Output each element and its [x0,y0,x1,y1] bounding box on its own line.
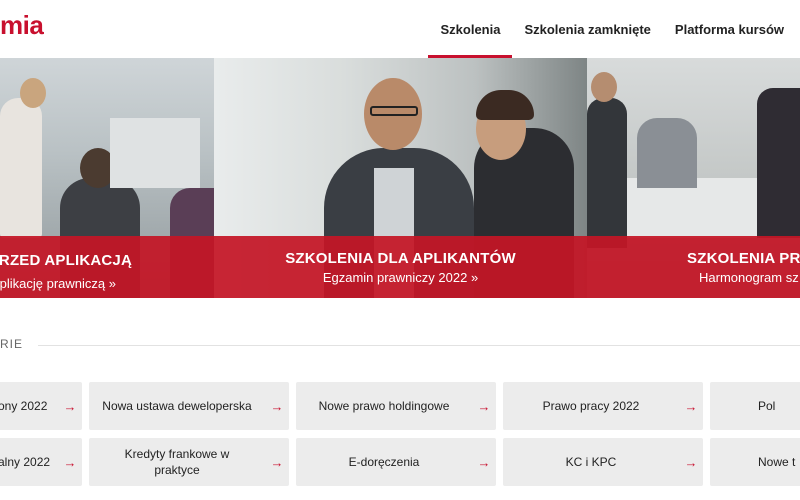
banner-panel-dla-aplikantow[interactable]: SZKOLENIA DLA APLIKANTÓW Egzamin prawnic… [214,58,587,298]
arrow-right-icon: → [684,398,698,414]
nav-item-szkolenia[interactable]: Szkolenia [428,0,513,58]
photo-person-left [587,98,627,248]
tile-label: KC i KPC [565,454,617,469]
logo[interactable]: mia [0,10,44,41]
photo-person-head [20,78,46,108]
tile-label: Nowe t [758,454,796,469]
banner-caption: A PRZED APLIKACJĄ plikację prawniczą » [0,236,214,298]
section-heading: RIE [0,337,24,351]
tile-label: ony 2022 [0,398,48,413]
banner-caption: SZKOLENIA DLA APLIKANTÓW Egzamin prawnic… [214,236,587,298]
arrow-right-icon: → [270,398,284,414]
nav-item-platforma-kursow[interactable]: Platforma kursów [663,0,800,58]
category-tile[interactable]: Kredyty frankowe w praktyce → [89,438,289,486]
photo-man-glasses [370,106,418,116]
photo-person-head [591,72,617,102]
main-nav: Szkolenia Szkolenia zamknięte Platforma … [428,0,800,58]
tile-label: Nowe prawo holdingowe [318,398,450,413]
category-tile[interactable]: E-doręczenia → [296,438,496,486]
section-divider [38,345,800,346]
arrow-right-icon: → [684,454,698,470]
tile-label: Nowa ustawa deweloperska [102,398,252,413]
tile-label: Pol [758,398,776,413]
site-header: mia Szkolenia Szkolenia zamknięte Platfo… [0,0,800,58]
nav-item-szkolenia-zamkniete[interactable]: Szkolenia zamknięte [512,0,662,58]
banner-link[interactable]: Egzamin prawniczy 2022 » [323,270,478,285]
photo-person-standing [0,98,42,238]
banner-title: A PRZED APLIKACJĄ [0,252,132,269]
category-tile[interactable]: Pol → [710,382,800,430]
banner-title: SZKOLENIA PRA [687,249,800,267]
tile-label: Kredyty frankowe w praktyce [124,446,230,477]
category-tile[interactable]: Nowa ustawa deweloperska → [89,382,289,430]
banner-panel-prawnikow[interactable]: SZKOLENIA PRA Harmonogram sz [587,58,800,298]
arrow-right-icon: → [477,454,491,470]
banner-link[interactable]: Harmonogram sz [699,270,799,285]
category-tile[interactable]: alny 2022 → [0,438,82,486]
tile-label: E-doręczenia [348,454,420,469]
banner-caption: SZKOLENIA PRA Harmonogram sz [587,236,800,298]
photo-person-group [637,118,697,188]
hero-banner: A PRZED APLIKACJĄ plikację prawniczą » S… [0,58,800,298]
banner-panel-przed-aplikacja[interactable]: A PRZED APLIKACJĄ plikację prawniczą » [0,58,214,298]
banner-title: SZKOLENIA DLA APLIKANTÓW [285,249,516,267]
category-tile[interactable]: KC i KPC → [503,438,703,486]
category-tile[interactable]: ony 2022 → [0,382,82,430]
photo-shelf [110,118,200,188]
arrow-right-icon: → [477,398,491,414]
category-tile[interactable]: Nowe prawo holdingowe → [296,382,496,430]
category-tile[interactable]: Nowe t → [710,438,800,486]
arrow-right-icon: → [270,454,284,470]
arrow-right-icon: → [63,454,77,470]
tile-label: Prawo pracy 2022 [542,398,640,413]
photo-person-right [757,88,800,238]
arrow-right-icon: → [63,398,77,414]
category-tile[interactable]: Prawo pracy 2022 → [503,382,703,430]
tile-label: alny 2022 [0,454,51,469]
banner-link[interactable]: plikację prawniczą » [0,276,116,291]
photo-woman-hair [476,90,534,120]
